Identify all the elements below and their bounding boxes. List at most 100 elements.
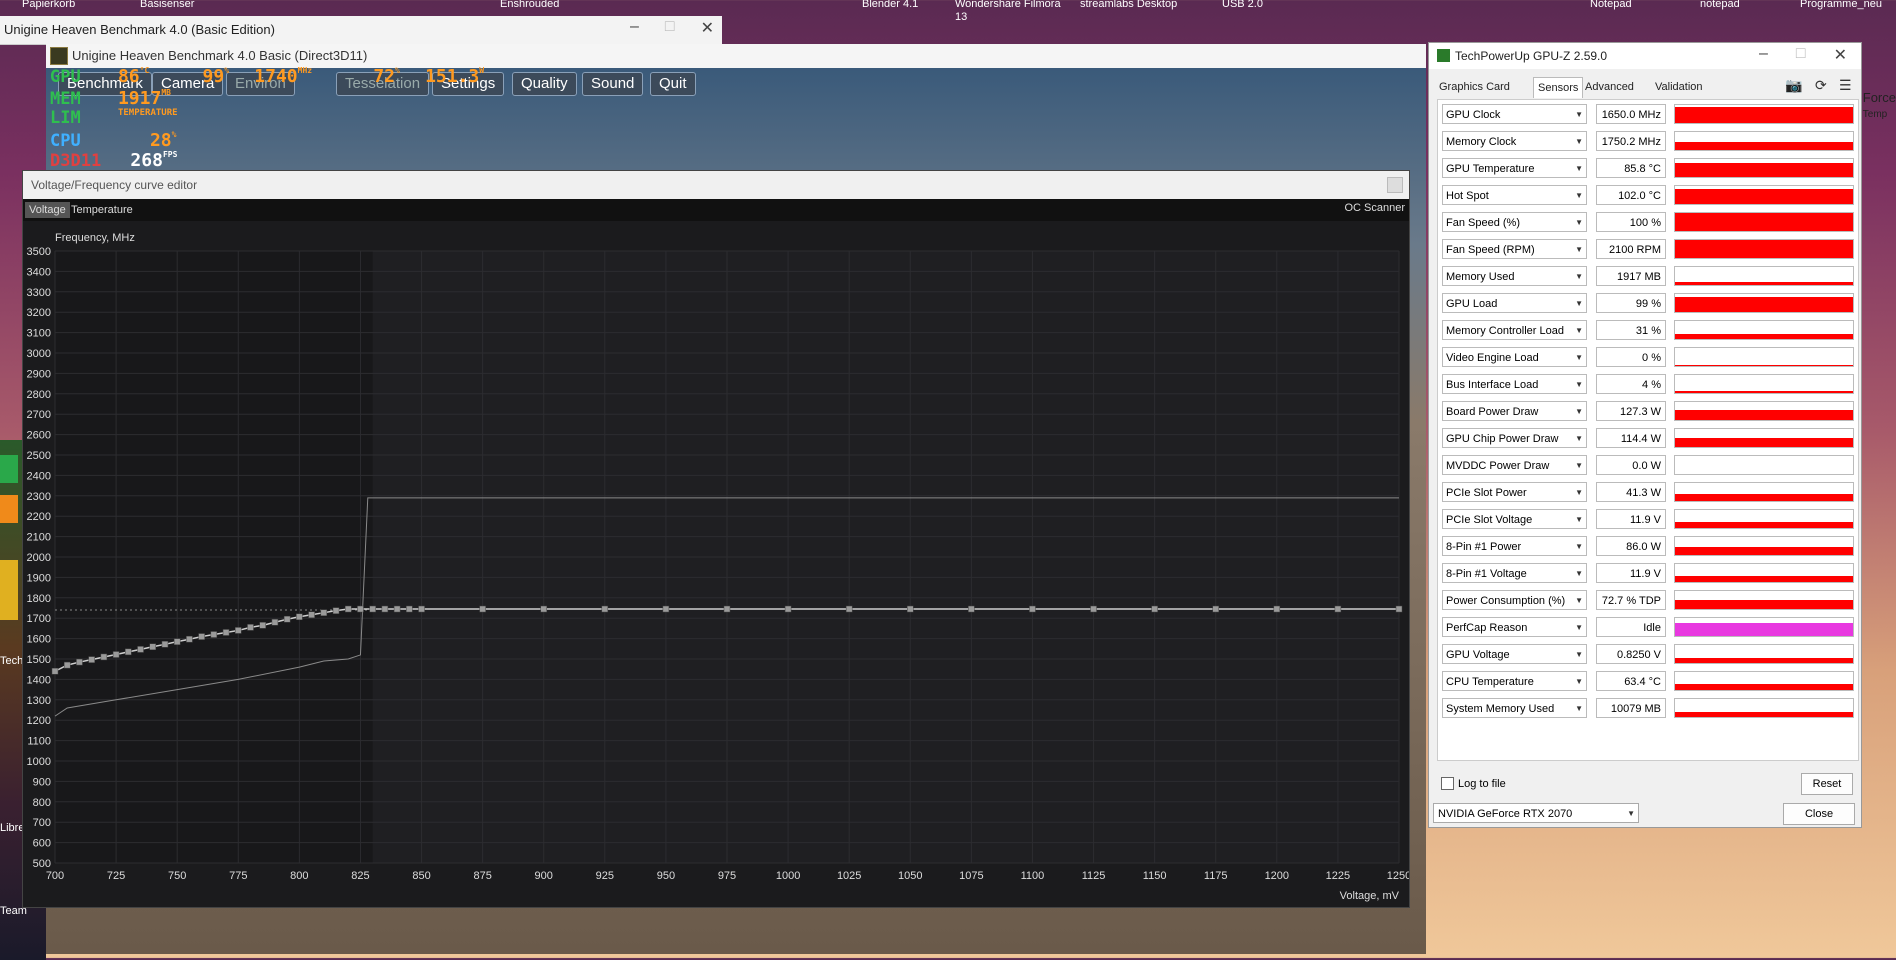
sensor-name-dropdown[interactable]: Bus Interface Load ▼ [1442,374,1587,394]
desktop-icon-label[interactable]: Enshrouded [500,0,559,10]
sensor-name-dropdown[interactable]: Video Engine Load ▼ [1442,347,1587,367]
close-icon[interactable] [1387,177,1403,193]
refresh-icon[interactable]: ⟳ [1815,77,1827,94]
sensor-name-dropdown[interactable]: GPU Load ▼ [1442,293,1587,313]
app-tile-icon[interactable] [0,455,18,483]
desktop-icon-label[interactable]: Papierkorb [22,0,75,10]
y-tick-label: 3500 [27,246,51,258]
desktop-icon-label[interactable]: USB 2.0 [1222,0,1263,10]
sensor-name: GPU Load [1446,298,1498,310]
y-tick-label: 700 [33,817,51,829]
tab-advanced[interactable]: Advanced [1581,77,1638,97]
vf-curve-chart[interactable]: 500 600 700 800 900 1000 1100 1200 1300 1400 1500 1… [23,221,1409,907]
sensor-name-dropdown[interactable]: GPU Temperature ▼ [1442,158,1587,178]
maximize-icon[interactable]: □ [665,18,675,38]
x-tick-label: 775 [229,870,247,882]
curve-point [393,605,401,613]
app-tile-icon[interactable] [0,560,18,620]
minimize-icon[interactable]: – [630,18,639,38]
close-icon[interactable]: ✕ [1834,45,1847,65]
gpu-select-dropdown[interactable]: NVIDIA GeForce RTX 2070 ▼ [1433,803,1639,823]
sensor-graph-fill [1675,521,1853,528]
sensor-name-dropdown[interactable]: GPU Voltage ▼ [1442,644,1587,664]
sensor-value: 1650.0 MHz [1596,104,1666,124]
reset-button[interactable]: Reset [1801,773,1853,795]
sensor-graph-fill [1675,391,1853,393]
sensor-graph-fill [1675,240,1853,258]
chevron-down-icon: ▼ [1575,299,1583,308]
desktop-icon-label[interactable]: streamlabs Desktop [1080,0,1177,10]
sensor-graph [1674,239,1854,259]
curve-point [845,605,853,613]
vf-curve-editor-window[interactable]: Voltage/Frequency curve editor Voltage T… [22,170,1410,908]
sensor-name-dropdown[interactable]: GPU Chip Power Draw ▼ [1442,428,1587,448]
curve-point [235,627,242,634]
desktop-icon-label[interactable]: Wondershare Filmora 13 [955,0,1075,24]
app-tile-icon[interactable] [0,495,18,523]
sensor-name-dropdown[interactable]: Board Power Draw ▼ [1442,401,1587,421]
sensor-value: 100 % [1596,212,1666,232]
window-titlebar[interactable]: TechPowerUp GPU-Z 2.59.0 – □ ✕ [1429,43,1861,69]
minimize-icon[interactable]: – [1759,45,1768,65]
sensor-name-dropdown[interactable]: PCIe Slot Voltage ▼ [1442,509,1587,529]
menu-sound-button[interactable]: Sound [582,72,644,96]
close-button[interactable]: Close [1783,803,1855,825]
sensor-row: 8-Pin #1 Voltage ▼ 11.9 V [1442,563,1854,585]
desktop-icon-label[interactable]: Programme_neu [1800,0,1882,10]
curve-point [540,605,547,613]
sensor-graph [1674,212,1854,232]
sensor-name-dropdown[interactable]: Memory Controller Load ▼ [1442,320,1587,340]
menu-quality-button[interactable]: Quality [512,72,577,96]
sensor-name-dropdown[interactable]: PCIe Slot Power ▼ [1442,482,1587,502]
sensor-name-dropdown[interactable]: GPU Clock ▼ [1442,104,1587,124]
heaven-outer-window[interactable]: Unigine Heaven Benchmark 4.0 (Basic Edit… [0,16,722,45]
sensor-name-dropdown[interactable]: Hot Spot ▼ [1442,185,1587,205]
desktop-icon-label[interactable]: Basisenser [140,0,194,10]
maximize-icon[interactable]: □ [1796,45,1806,65]
sensor-graph [1674,455,1854,475]
tab-temperature[interactable]: Temperature [67,202,137,218]
desktop-icon-label[interactable]: Blender 4.1 [862,0,918,10]
sensor-name-dropdown[interactable]: Memory Used ▼ [1442,266,1587,286]
desktop-icon-label[interactable]: Tech [0,655,23,667]
sensor-name-dropdown[interactable]: Fan Speed (%) ▼ [1442,212,1587,232]
close-icon[interactable]: ✕ [701,18,714,38]
curve-point [186,635,193,643]
x-tick-label: 1025 [837,870,861,882]
log-to-file-checkbox[interactable] [1441,777,1454,790]
window-titlebar[interactable]: Voltage/Frequency curve editor [23,171,1409,199]
osd-mem-row: MEM 1917MB [50,88,171,109]
sensor-graph-fill [1675,546,1853,555]
oc-scanner-button[interactable]: OC Scanner [1344,202,1405,214]
gpuz-window[interactable]: TechPowerUp GPU-Z 2.59.0 – □ ✕ Graphics … [1428,42,1862,828]
curve-point [149,643,156,651]
sensor-name-dropdown[interactable]: PerfCap Reason ▼ [1442,617,1587,637]
sensor-name-dropdown[interactable]: CPU Temperature ▼ [1442,671,1587,691]
osd-value: 268 [130,150,163,171]
sensor-name-dropdown[interactable]: 8-Pin #1 Power ▼ [1442,536,1587,556]
sensor-name-dropdown[interactable]: Fan Speed (RPM) ▼ [1442,239,1587,259]
sensor-name-dropdown[interactable]: 8-Pin #1 Voltage ▼ [1442,563,1587,583]
tab-sensors[interactable]: Sensors [1533,77,1584,98]
curve-point [296,613,303,621]
desktop-icon-label[interactable]: notepad [1700,0,1740,10]
menu-quit-button[interactable]: Quit [650,72,696,96]
sensor-name: 8-Pin #1 Voltage [1446,568,1527,580]
sensor-graph [1674,644,1854,664]
osd-label: CPU [50,131,81,151]
curve-point [601,605,609,613]
sensor-name-dropdown[interactable]: MVDDC Power Draw ▼ [1442,455,1587,475]
desktop-icon-label[interactable]: Libre [0,822,24,834]
desktop-icon-label[interactable]: Notepad [1590,0,1632,10]
tab-voltage[interactable]: Voltage [25,202,70,218]
sensor-graph [1674,482,1854,502]
sensor-name-dropdown[interactable]: Memory Clock ▼ [1442,131,1587,151]
sensor-name-dropdown[interactable]: System Memory Used ▼ [1442,698,1587,718]
sensor-name-dropdown[interactable]: Power Consumption (%) ▼ [1442,590,1587,610]
camera-icon[interactable]: 📷 [1785,77,1802,94]
y-tick-label: 2300 [27,491,51,503]
osd-value: 1740 [254,66,298,87]
menu-icon[interactable]: ☰ [1839,77,1852,94]
tab-validation[interactable]: Validation [1651,77,1707,97]
tab-graphics-card[interactable]: Graphics Card [1435,77,1514,97]
